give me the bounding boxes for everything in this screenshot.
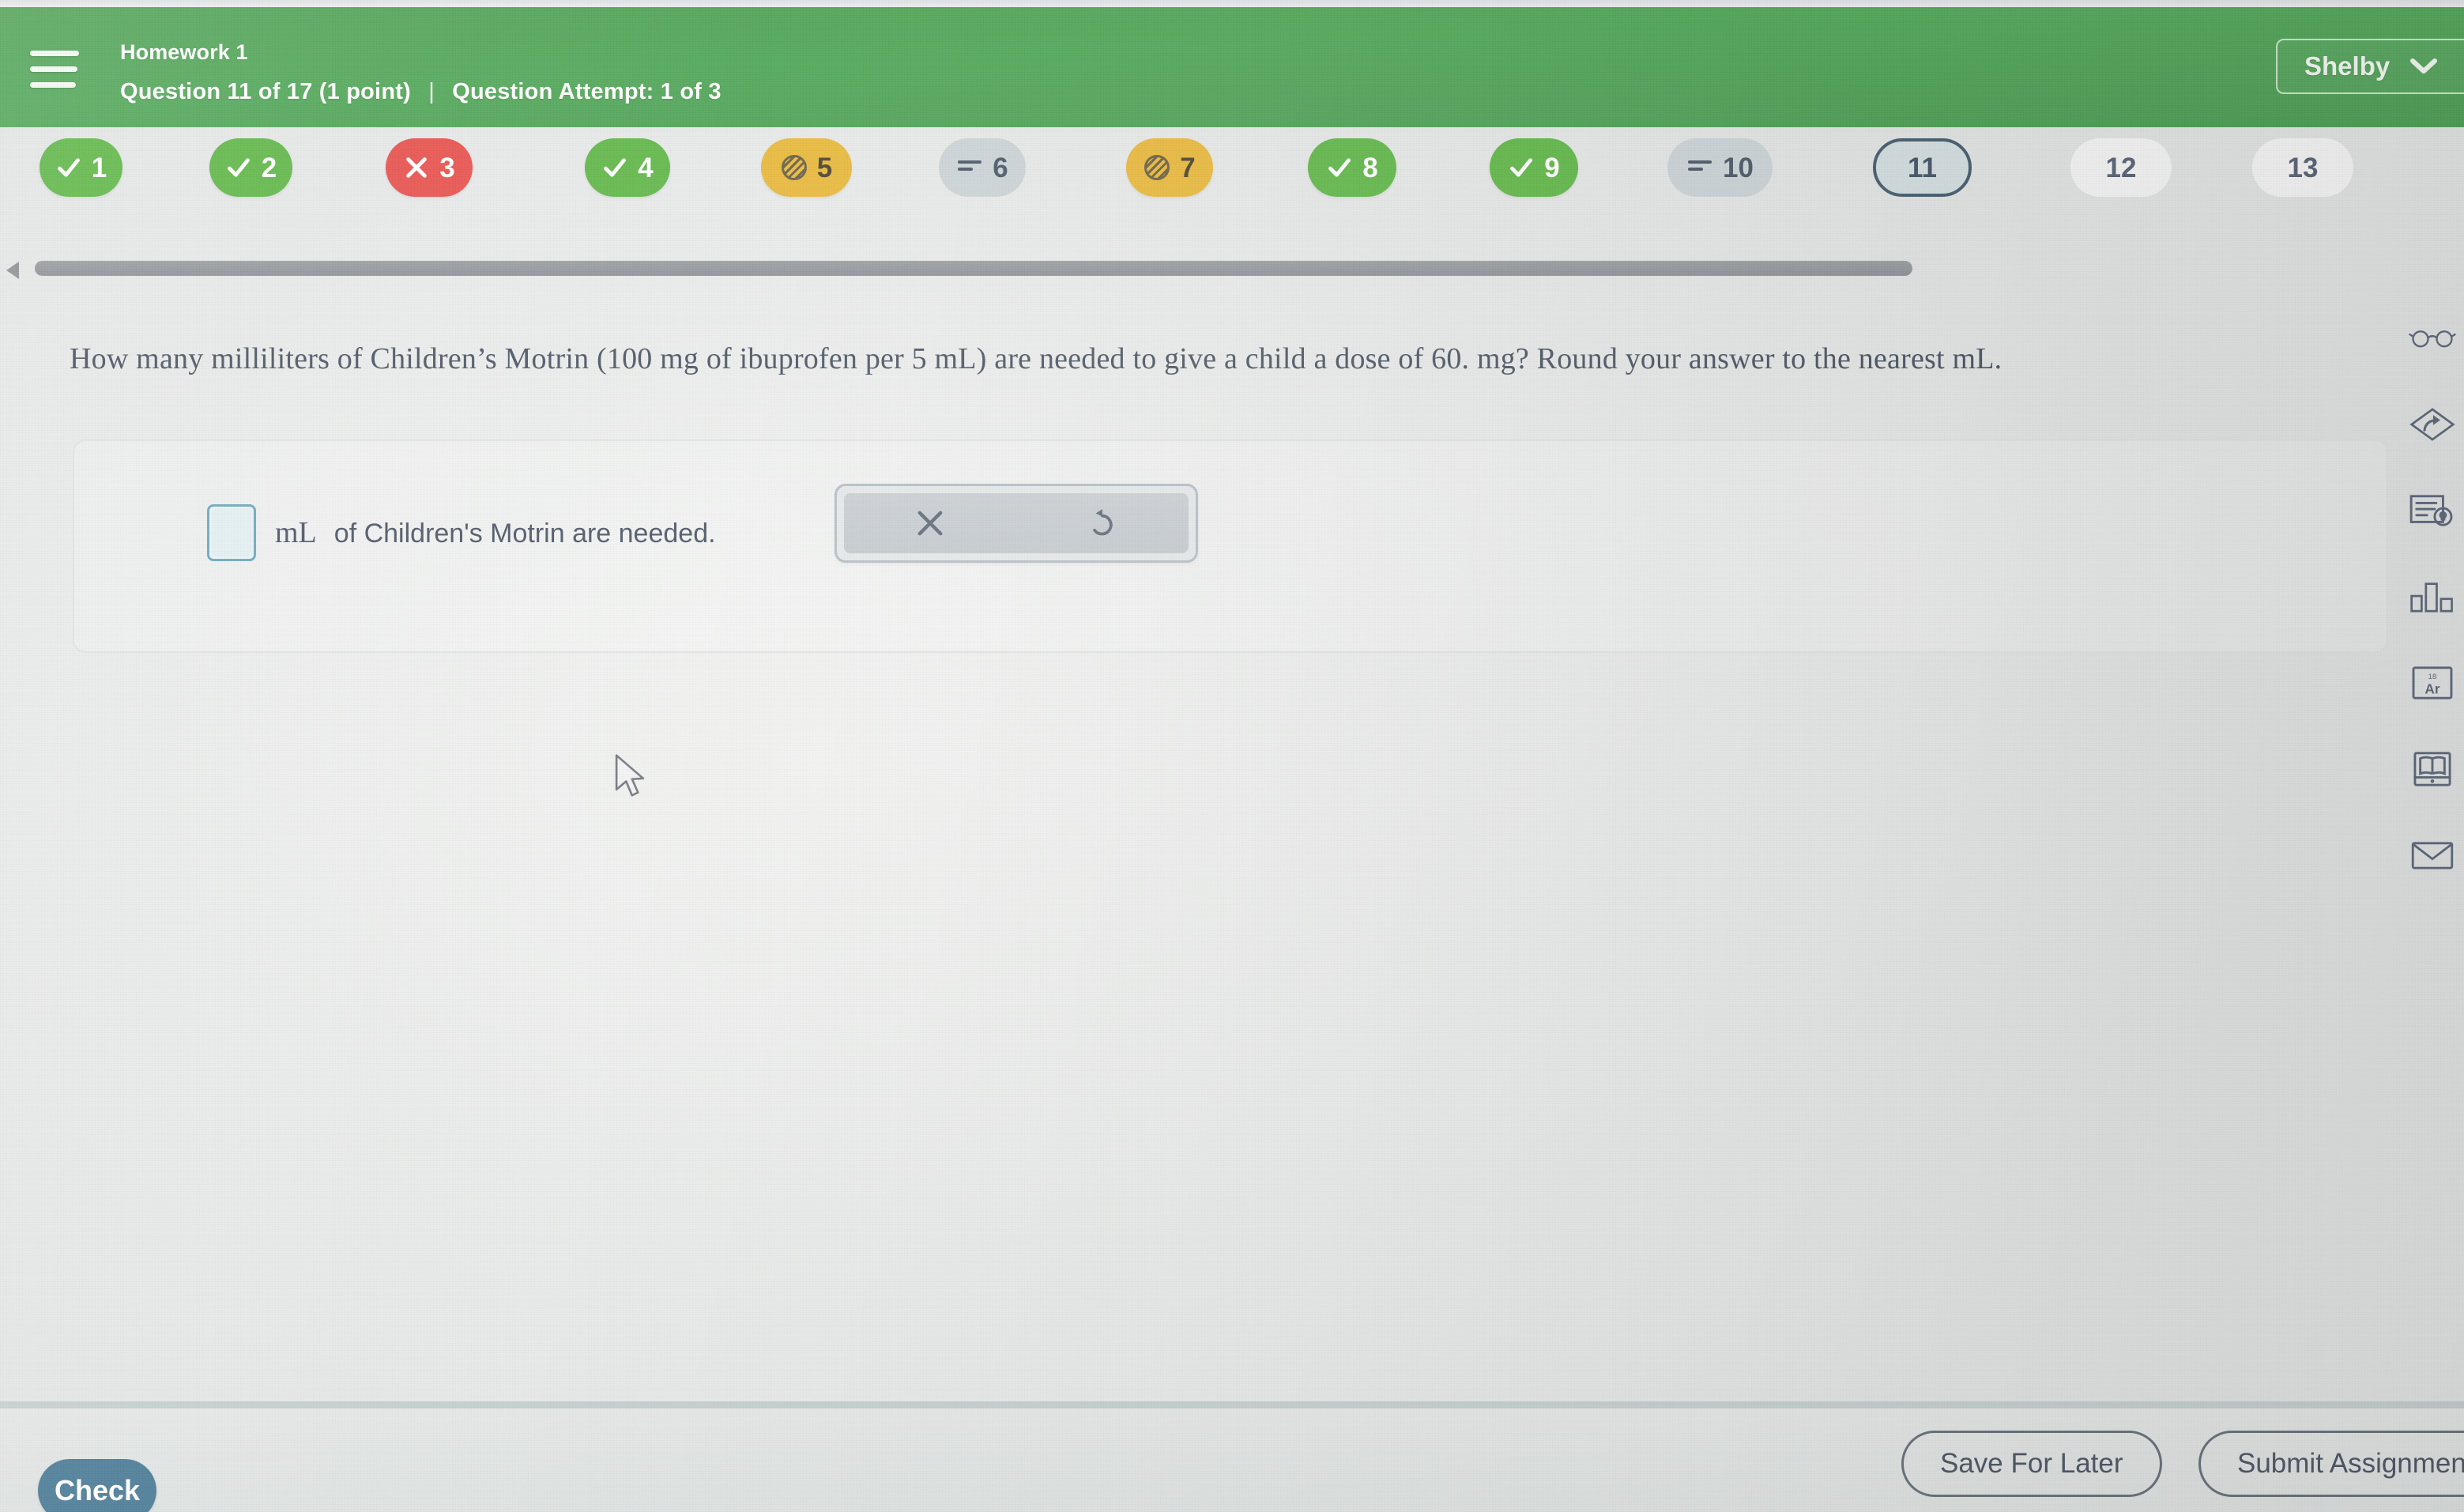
undo-icon xyxy=(1084,505,1121,541)
question-pill-1[interactable]: 1 xyxy=(40,138,122,197)
hamburger-menu-icon[interactable] xyxy=(30,45,79,92)
scrollbar-thumb[interactable] xyxy=(35,261,1912,276)
check-icon xyxy=(1508,154,1535,181)
answer-input[interactable] xyxy=(207,504,256,561)
question-pill-number: 8 xyxy=(1362,152,1378,183)
app-screenshot: Homework 1 Question 11 of 17 (1 point) |… xyxy=(0,0,2464,1512)
app-header: Homework 1 Question 11 of 17 (1 point) |… xyxy=(0,7,2464,127)
question-pill-9[interactable]: 9 xyxy=(1490,138,1578,197)
assignment-title: Homework 1 xyxy=(120,40,248,64)
question-pill-11[interactable]: 11 xyxy=(1873,138,1972,197)
answer-row: mL of Children's Motrin are needed. xyxy=(207,504,716,561)
question-attempt: Question Attempt: 1 of 3 xyxy=(452,79,721,104)
question-pill-number: 4 xyxy=(638,152,654,183)
hamburger-bar xyxy=(30,81,76,88)
submit-assignment-button[interactable]: Submit Assignment xyxy=(2198,1431,2464,1497)
answer-card: mL of Children's Motrin are needed. xyxy=(73,439,2388,653)
question-pill-number: 10 xyxy=(1723,152,1754,183)
hatched-circle-icon xyxy=(1143,154,1170,181)
answer-label: mL of Children's Motrin are needed. xyxy=(275,515,716,550)
diamond-arrow-icon[interactable] xyxy=(2409,402,2456,447)
x-icon xyxy=(913,506,948,541)
header-text-block: Homework 1 Question 11 of 17 (1 point) |… xyxy=(120,42,721,105)
check-icon xyxy=(1326,154,1353,181)
undo-answer-button[interactable] xyxy=(1016,493,1189,553)
x-icon xyxy=(403,154,430,181)
question-pill-7[interactable]: 7 xyxy=(1126,138,1213,197)
chevron-down-icon xyxy=(2410,58,2438,75)
check-icon xyxy=(225,154,252,181)
hint-document-icon[interactable] xyxy=(2409,488,2456,533)
periodic-table-icon[interactable]: 18 Ar xyxy=(2409,661,2456,705)
question-pill-number: 7 xyxy=(1180,152,1196,183)
question-pill-number: 5 xyxy=(816,152,833,183)
question-pill-number: 9 xyxy=(1544,152,1560,183)
question-pill-5[interactable]: 5 xyxy=(761,138,852,197)
question-pill-3[interactable]: 3 xyxy=(386,138,473,197)
question-pill-number: 3 xyxy=(439,152,455,183)
question-pill-8[interactable]: 8 xyxy=(1308,138,1396,197)
user-menu-button[interactable]: Shelby xyxy=(2276,39,2464,94)
question-pill-6[interactable]: 6 xyxy=(939,138,1026,197)
bar-chart-icon[interactable] xyxy=(2409,575,2456,619)
clear-answer-button[interactable] xyxy=(844,493,1016,553)
question-position: Question 11 of 17 (1 point) xyxy=(120,79,411,104)
check-icon xyxy=(55,154,82,181)
footer-divider xyxy=(0,1401,2464,1408)
question-navigator-scrollbar[interactable] xyxy=(0,255,2464,286)
open-book-icon[interactable] xyxy=(2409,747,2456,791)
question-pill-number: 13 xyxy=(2287,152,2319,183)
question-pill-13[interactable]: 13 xyxy=(2252,138,2353,197)
answer-toolbar xyxy=(835,484,1198,563)
lines-icon xyxy=(1686,154,1713,181)
check-button[interactable]: Check xyxy=(38,1459,156,1512)
question-pill-4[interactable]: 4 xyxy=(585,138,670,197)
question-navigator[interactable]: 1 2 3 4 5 6 7 8 9 10 11 12 13 xyxy=(0,127,2464,242)
save-for-later-button[interactable]: Save For Later xyxy=(1901,1431,2162,1497)
question-pill-12[interactable]: 12 xyxy=(2070,138,2172,197)
envelope-icon[interactable] xyxy=(2409,833,2456,877)
answer-unit: mL xyxy=(275,516,317,549)
glasses-icon[interactable] xyxy=(2409,316,2456,360)
user-name: Shelby xyxy=(2304,51,2391,81)
svg-text:Ar: Ar xyxy=(2424,681,2440,696)
hamburger-bar xyxy=(30,50,79,56)
question-prompt: How many milliliters of Children’s Motri… xyxy=(70,342,2002,375)
question-meta: Question 11 of 17 (1 point) | Question A… xyxy=(120,79,721,105)
question-pill-number: 11 xyxy=(1908,152,1937,183)
tool-rail: 18 Ar xyxy=(2401,316,2464,877)
hatched-circle-icon xyxy=(781,154,808,181)
answer-toolbar-inner xyxy=(844,493,1189,553)
question-pill-number: 2 xyxy=(261,152,277,183)
question-pill-10[interactable]: 10 xyxy=(1667,138,1773,197)
answer-statement: of Children's Motrin are needed. xyxy=(333,518,716,549)
question-pill-number: 6 xyxy=(993,152,1008,183)
meta-separator: | xyxy=(428,79,435,104)
question-pill-number: 1 xyxy=(91,152,107,183)
question-pill-number: 12 xyxy=(2105,152,2137,183)
hamburger-bar xyxy=(30,66,77,72)
triangle-left-icon[interactable] xyxy=(6,262,19,279)
check-icon xyxy=(601,154,628,181)
page-surface xyxy=(0,126,2464,1512)
question-pill-2[interactable]: 2 xyxy=(209,138,292,197)
lines-icon xyxy=(956,154,983,181)
